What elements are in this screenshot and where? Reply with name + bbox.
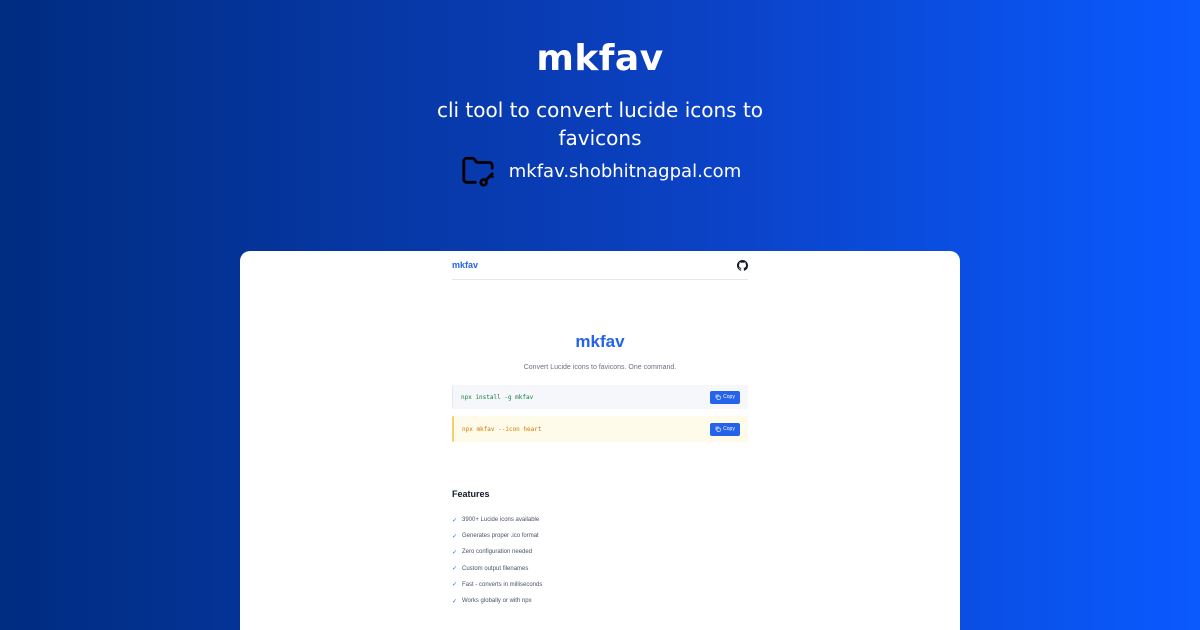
feature-item: ✓ Fast - converts in milliseconds: [452, 577, 748, 593]
feature-item: ✓ Zero configuration needed: [452, 544, 748, 560]
site-nav: mkfav: [452, 251, 748, 280]
run-command-box: npx mkfav --icon heart Copy: [452, 416, 748, 442]
site-container: mkfav mkfav Convert Lucide icons to favi…: [452, 251, 748, 609]
site-logo[interactable]: mkfav: [452, 260, 478, 270]
install-command-box: npx install -g mkfav Copy: [452, 385, 748, 409]
screenshot-card: mkfav mkfav Convert Lucide icons to favi…: [240, 251, 960, 630]
features-list: ✓ 3900+ Lucide icons available ✓ Generates…: [452, 512, 748, 609]
copy-run-button[interactable]: Copy: [710, 422, 740, 436]
copy-label: Copy: [723, 394, 735, 400]
hero-url[interactable]: mkfav.shobhitnagpal.com: [509, 161, 741, 182]
hero-subtitle: cli tool to convert lucide icons to favi…: [436, 98, 764, 150]
hero-link[interactable]: mkfav.shobhitnagpal.com: [0, 154, 1200, 188]
copy-icon: [715, 426, 721, 432]
feature-text: Fast - converts in milliseconds: [462, 581, 543, 588]
copy-label: Copy: [723, 426, 735, 432]
check-icon: ✓: [452, 598, 458, 605]
check-icon: ✓: [452, 582, 458, 589]
site-title: mkfav: [575, 332, 625, 351]
check-icon: ✓: [452, 517, 458, 524]
feature-text: Generates proper .ico format: [462, 533, 539, 540]
feature-text: Zero configuration needed: [462, 549, 533, 556]
feature-text: 3900+ Lucide icons available: [462, 517, 540, 524]
github-icon[interactable]: [737, 259, 748, 271]
feature-text: Custom output filenames: [462, 565, 529, 572]
features-heading: Features: [452, 489, 490, 499]
check-icon: ✓: [452, 566, 458, 573]
run-command-text: npx mkfav --icon heart: [462, 425, 542, 433]
feature-item: ✓ Custom output filenames: [452, 561, 748, 577]
folder-key-icon: [462, 156, 494, 187]
check-icon: ✓: [452, 549, 458, 556]
install-command-text: npx install -g mkfav: [461, 393, 534, 401]
feature-text: Works globally or with npx: [462, 598, 532, 605]
copy-install-button[interactable]: Copy: [710, 390, 740, 404]
check-icon: ✓: [452, 533, 458, 540]
site-tagline: Convert Lucide icons to favicons. One co…: [523, 364, 677, 371]
copy-icon: [715, 394, 721, 400]
feature-item: ✓ Works globally or with npx: [452, 593, 748, 609]
hero-title: mkfav: [536, 38, 664, 79]
feature-item: ✓ 3900+ Lucide icons available: [452, 512, 748, 528]
feature-item: ✓ Generates proper .ico format: [452, 528, 748, 544]
